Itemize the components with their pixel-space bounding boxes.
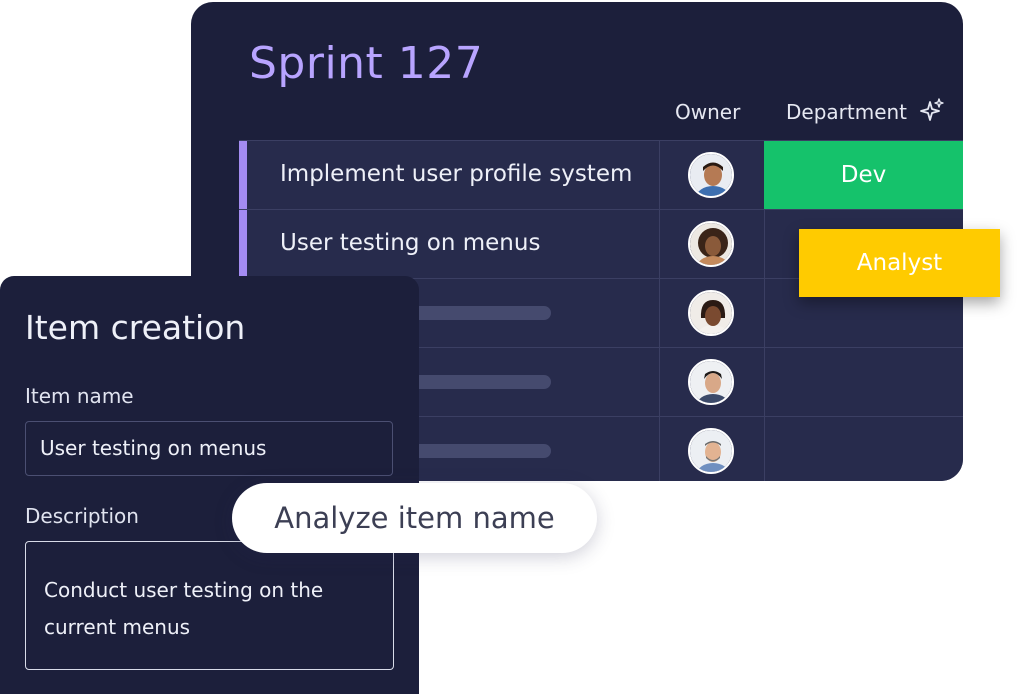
table-row[interactable]: Implement user profile system Dev <box>239 141 963 210</box>
item-name-label: Item name <box>25 384 134 408</box>
item-name[interactable]: Implement user profile system <box>280 161 632 187</box>
board-title: Sprint 127 <box>249 38 484 89</box>
avatar <box>688 290 734 336</box>
owner-cell[interactable] <box>659 348 765 416</box>
group-color-bar <box>239 141 247 209</box>
department-cell-dev[interactable]: Dev <box>764 141 963 209</box>
column-header-owner[interactable]: Owner <box>675 100 740 124</box>
owner-cell[interactable] <box>659 279 765 347</box>
item-name-input[interactable]: User testing on menus <box>25 421 393 476</box>
owner-cell[interactable] <box>659 141 765 209</box>
avatar <box>688 221 734 267</box>
description-input[interactable]: Conduct user testing on the current menu… <box>25 541 394 670</box>
column-header-department[interactable]: Department <box>786 100 907 124</box>
avatar <box>688 152 734 198</box>
description-label: Description <box>25 504 139 528</box>
sparkle-icon[interactable] <box>919 98 945 124</box>
analyze-item-name-button[interactable]: Analyze item name <box>232 483 597 553</box>
department-tag-analyst[interactable]: Analyst <box>799 229 1000 297</box>
group-color-bar <box>239 210 247 278</box>
avatar <box>688 359 734 405</box>
item-name[interactable]: User testing on menus <box>280 230 540 256</box>
panel-title: Item creation <box>25 308 246 347</box>
owner-cell[interactable] <box>659 417 765 481</box>
avatar <box>688 428 734 474</box>
owner-cell[interactable] <box>659 210 765 278</box>
